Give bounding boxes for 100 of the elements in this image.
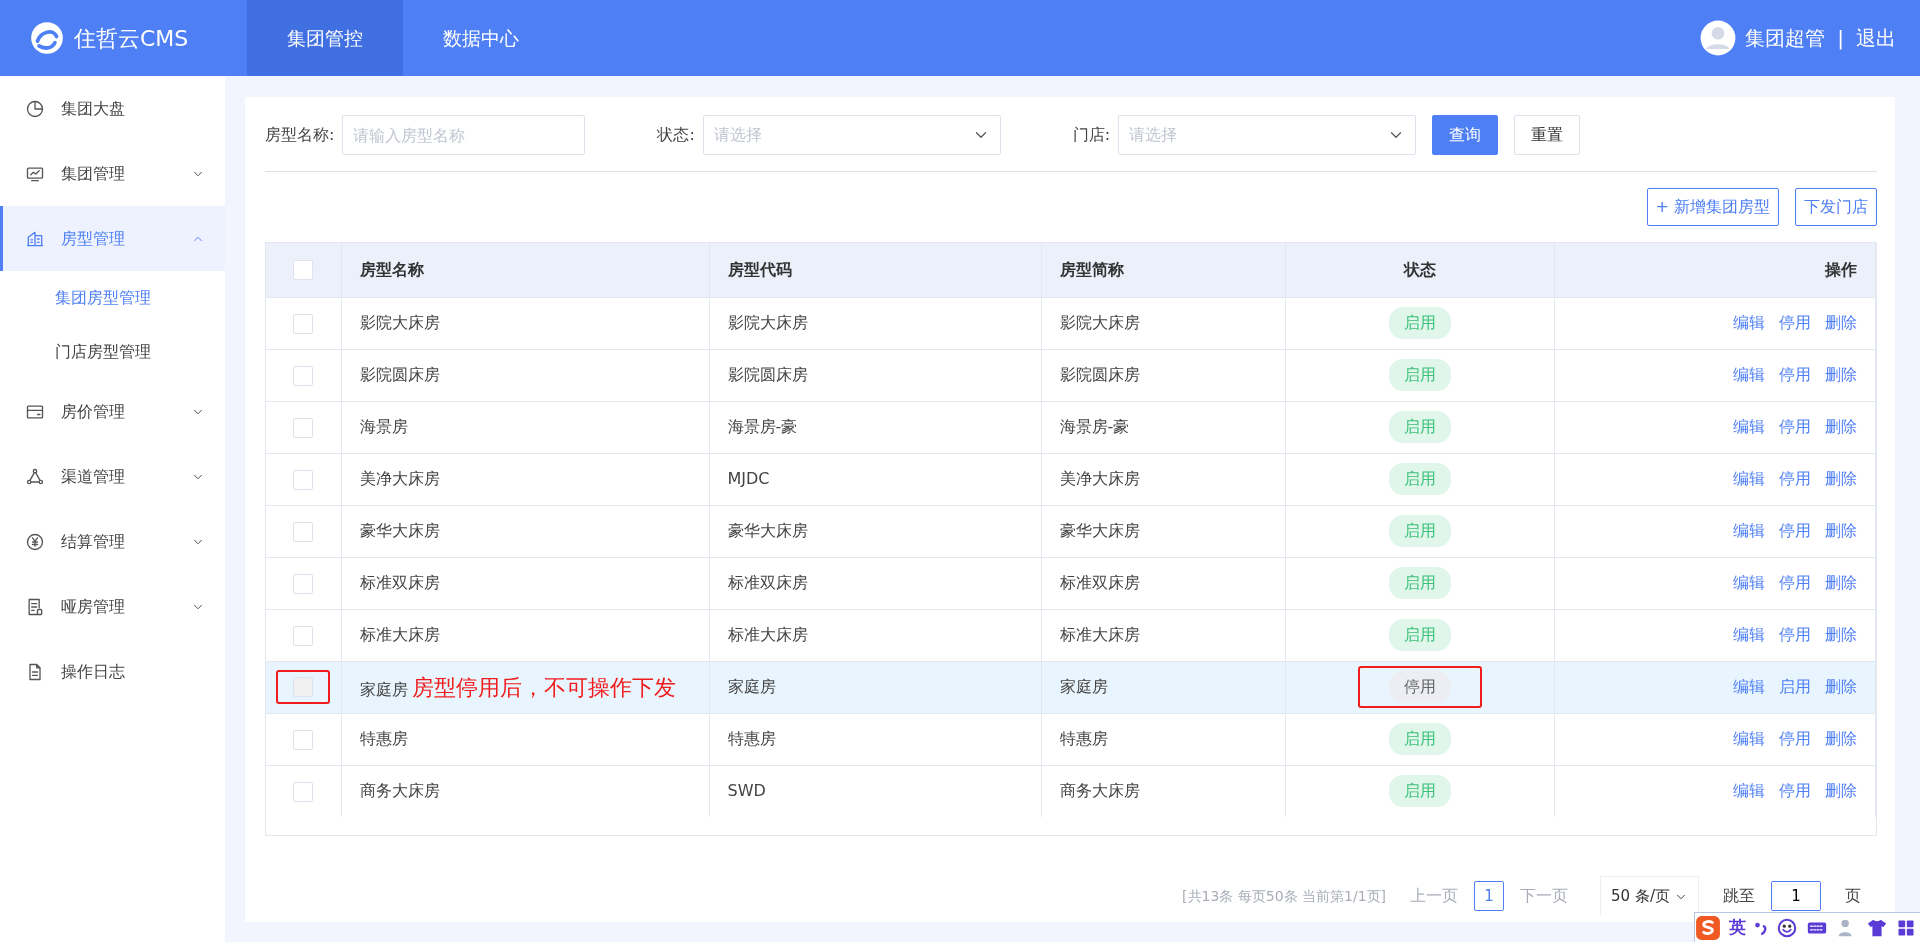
action-link[interactable]: 删除 [1825,365,1857,384]
logout-link[interactable]: 退出 [1856,23,1896,53]
nav-tab[interactable]: 数据中心 [403,0,559,76]
table-cell: 标准双床房 [1041,557,1285,609]
query-button[interactable]: 查询 [1432,115,1499,155]
jump-input-field[interactable]: 1 [1771,881,1821,911]
table-cell: 豪华大床房 [1041,505,1285,557]
table-cell: 影院圆床房 [1041,349,1285,401]
sidebar-item[interactable]: 哑房管理 [0,574,225,639]
column-header: 房型代码 [709,243,1041,297]
action-link[interactable]: 停用 [1779,573,1811,592]
checkbox[interactable] [293,573,314,594]
status-tag: 启用 [1388,775,1451,808]
action-link[interactable]: 编辑 [1733,313,1765,332]
action-link[interactable]: 停用 [1779,729,1811,748]
add-button[interactable]: + 新增集团房型 [1646,188,1779,226]
status-tag: 启用 [1388,567,1451,599]
table-cell: 海景房-豪 [1041,401,1285,453]
action-link[interactable]: 编辑 [1733,469,1765,488]
filter-label: 房型名称: [265,124,335,146]
jump-label: 跳至 [1723,885,1755,907]
table-cell: 影院大床房 [1041,297,1285,349]
sidebar-item[interactable]: 结算管理 [0,509,225,574]
page-summary: [共13条 每页50条 当前第1/1页] [1182,886,1387,906]
action-link[interactable]: 删除 [1825,625,1857,644]
menu-icon [25,466,45,487]
action-link[interactable]: 删除 [1825,469,1857,488]
table-cell: 豪华大床房 [709,505,1041,557]
cell-text: 影院圆床房 [359,365,440,384]
action-link[interactable]: 编辑 [1733,625,1765,644]
nav-tab[interactable]: 集团管控 [247,0,403,76]
action-link[interactable]: 删除 [1825,417,1857,436]
checkbox[interactable] [293,417,314,438]
checkbox[interactable] [293,469,314,490]
sidebar-item[interactable]: 集团管理 [0,141,225,206]
dispatch-button[interactable]: 下发门店 [1795,188,1877,226]
checkbox[interactable] [293,729,314,750]
status-tag: 启用 [1388,411,1451,443]
separator: | [1837,25,1844,52]
action-link[interactable]: 编辑 [1733,521,1765,540]
action-link[interactable]: 删除 [1825,521,1857,540]
table-cell: SWD [709,765,1041,817]
action-link[interactable]: 停用 [1779,469,1811,488]
action-link[interactable]: 删除 [1825,729,1857,748]
status-tag: 启用 [1388,723,1451,755]
action-link[interactable]: 编辑 [1733,729,1765,748]
cell-text: 豪华大床房 [359,521,440,540]
cell-text: 美净大床房 [359,469,440,488]
action-link[interactable]: 删除 [1825,573,1857,592]
page-number[interactable]: 1 [1474,881,1505,911]
action-link[interactable]: 停用 [1779,521,1811,540]
table-cell: 标准双床房 [709,557,1041,609]
column-header: 状态 [1285,243,1554,297]
checkbox[interactable] [293,365,314,386]
table-cell: 影院圆床房 [709,349,1041,401]
sidebar-item[interactable]: 房价管理 [0,379,225,444]
action-link[interactable]: 停用 [1779,365,1811,384]
action-link[interactable]: 编辑 [1733,573,1765,592]
avatar-icon [1699,19,1738,57]
table-cell: 家庭房 [1041,661,1285,713]
reset-button[interactable]: 重置 [1514,115,1581,155]
sidebar-item[interactable]: 集团大盘 [0,76,225,141]
punctuation-icon [1754,920,1768,935]
next-page-link[interactable]: 下一页 [1520,884,1569,908]
action-link[interactable]: 删除 [1825,313,1857,332]
action-link[interactable]: 编辑 [1733,781,1765,801]
submenu-item[interactable]: 门店房型管理 [0,325,225,379]
smiley-icon [1776,916,1798,939]
user-name: 集团超管 [1745,25,1826,52]
table-cell: 美净大床房 [1041,453,1285,505]
name-input-field[interactable]: 请输入房型名称 [342,115,586,155]
checkbox[interactable] [293,781,314,802]
annotation-note: 房型停用后，不可操作下发 [411,674,676,700]
action-link[interactable]: 停用 [1779,625,1811,644]
table-cell: 特惠房 [1041,713,1285,765]
menu-icon [25,531,45,552]
filter-label: 状态: [656,124,695,146]
action-link[interactable]: 编辑 [1733,417,1765,436]
sidebar-item[interactable]: 房型管理 [0,206,225,271]
page-suffix: 页 [1845,885,1861,907]
swirl-logo-icon [28,19,66,57]
action-link[interactable]: 停用 [1779,781,1811,801]
action-link[interactable]: 停用 [1779,417,1811,436]
cell-text: 标准双床房 [359,573,440,592]
menu-icon [25,98,45,119]
action-link[interactable]: 编辑 [1733,365,1765,384]
prev-page-link[interactable]: 上一页 [1410,884,1459,908]
action-link[interactable]: 删除 [1825,781,1857,801]
ime-language[interactable]: 英 [1729,914,1746,941]
status-tag: 启用 [1388,619,1451,651]
page-size-select[interactable]: 50 条/页 [1600,876,1699,916]
checkbox[interactable] [293,260,314,281]
action-link[interactable]: 停用 [1779,313,1811,332]
checkbox[interactable] [293,313,314,334]
submenu-item[interactable]: 集团房型管理 [0,271,225,325]
sidebar-item[interactable]: 操作日志 [0,639,225,704]
cell-text: 影院大床房 [359,313,440,332]
checkbox[interactable] [293,625,314,646]
checkbox[interactable] [293,521,314,542]
sidebar-item[interactable]: 渠道管理 [0,444,225,509]
